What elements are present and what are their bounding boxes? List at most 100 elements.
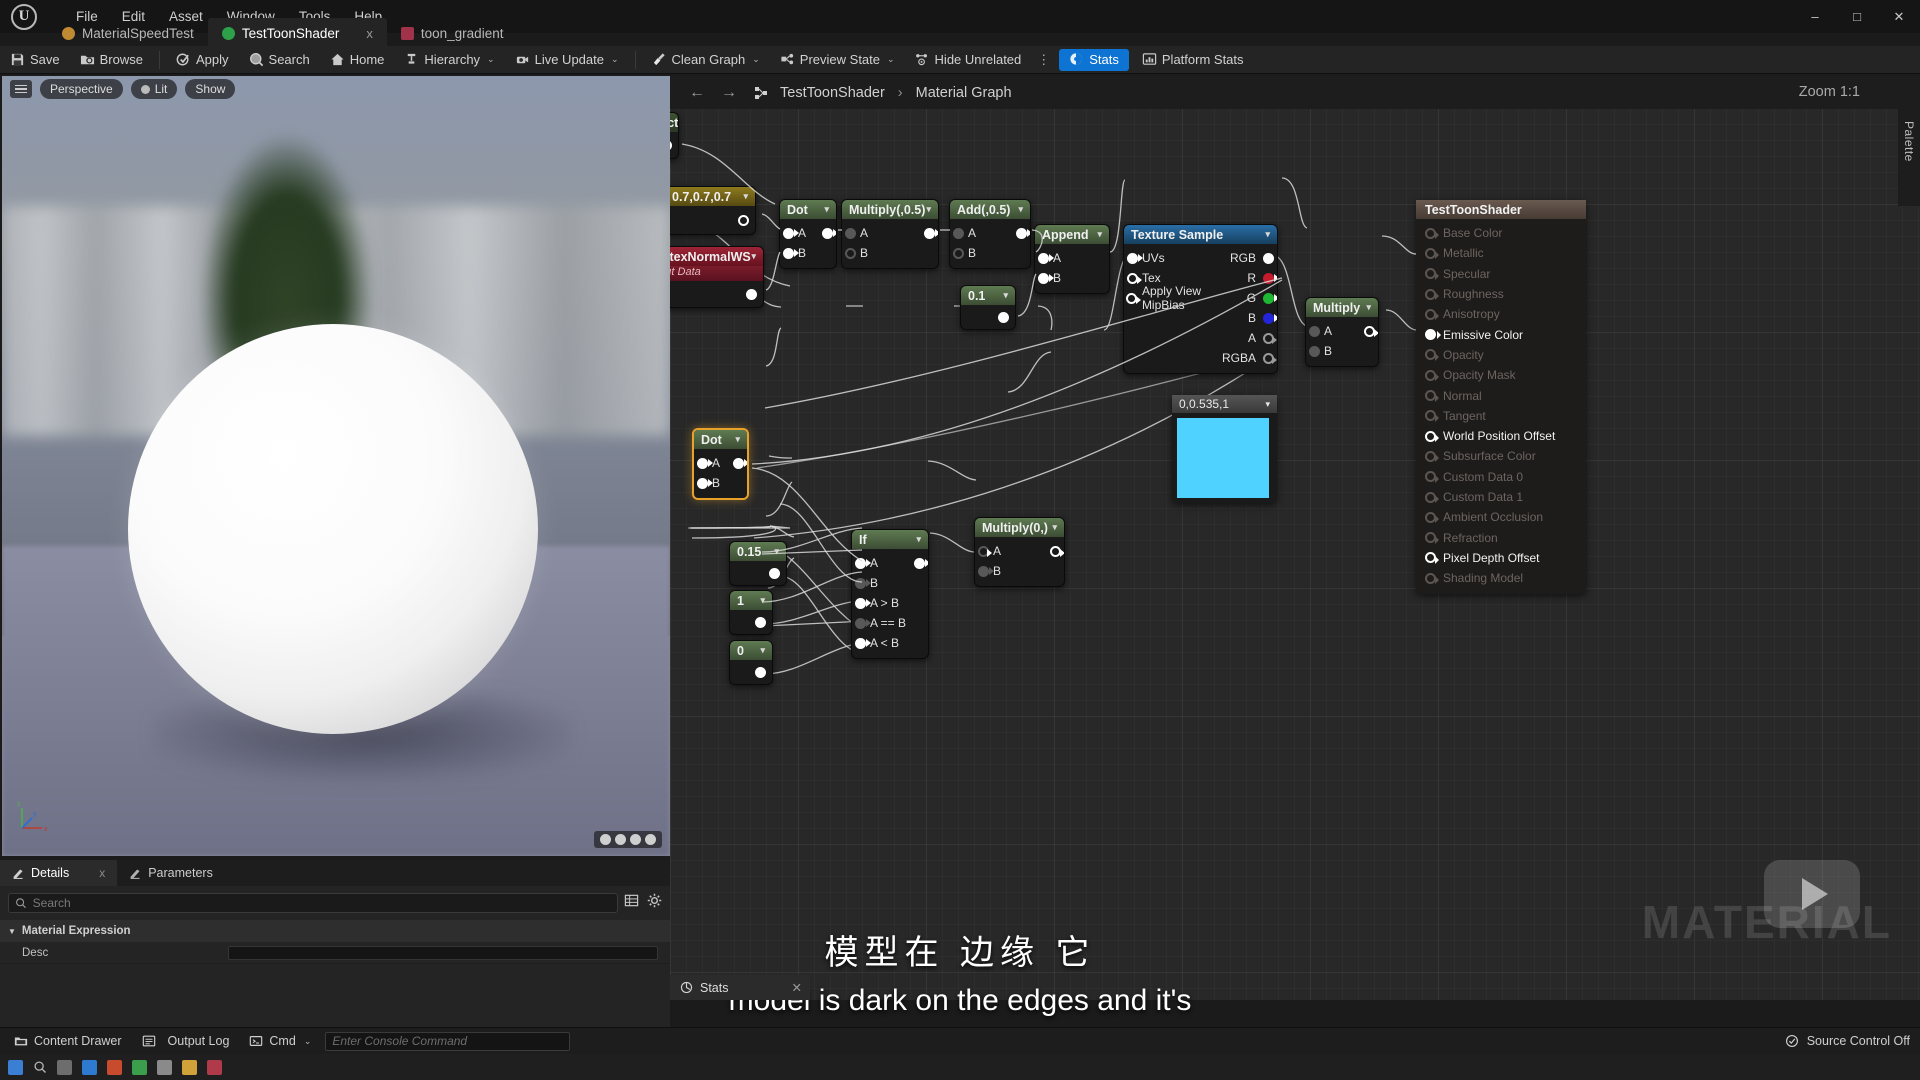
output-pin[interactable]: [1425, 268, 1439, 280]
pin-row-a[interactable]: A: [694, 453, 747, 473]
output-pin-b[interactable]: [1262, 312, 1277, 324]
output-row-base-color[interactable]: Base Color: [1416, 223, 1586, 243]
tab-test-toon-shader[interactable]: TestToonShader x: [207, 18, 387, 48]
node-header[interactable]: Add(,0.5) ▾: [950, 200, 1030, 219]
output-pin[interactable]: [670, 140, 672, 151]
pin-row-b[interactable]: B: [950, 243, 1030, 263]
tab-material-speed-test[interactable]: MaterialSpeedTest: [48, 18, 208, 48]
chevron-down-icon[interactable]: ▾: [1097, 229, 1102, 240]
taskbar-app-6-icon[interactable]: [207, 1059, 222, 1075]
pin-row-mipbias[interactable]: Apply View MipBias G: [1124, 284, 1277, 312]
chevron-down-icon[interactable]: ▾: [1003, 290, 1008, 301]
input-pin-b[interactable]: [844, 247, 856, 259]
pin-row-a[interactable]: A: [852, 553, 928, 573]
input-pin-a[interactable]: [1308, 325, 1320, 337]
arrow-right-icon[interactable]: →: [718, 84, 740, 102]
viewport-menu-icon[interactable]: [10, 80, 32, 98]
palette-panel-tab[interactable]: Palette: [1898, 76, 1920, 206]
output-pin[interactable]: [1425, 349, 1439, 361]
output-pin[interactable]: [1015, 227, 1030, 239]
output-row-opacity-mask[interactable]: Opacity Mask: [1416, 365, 1586, 385]
save-button[interactable]: Save: [0, 46, 70, 74]
source-control-status[interactable]: Source Control Off: [1785, 1034, 1910, 1048]
viewport-display-options[interactable]: [594, 831, 662, 848]
pin-row-a[interactable]: A: [1306, 321, 1378, 341]
output-row-world-position-offset[interactable]: World Position Offset: [1416, 426, 1586, 446]
input-pin-a[interactable]: [854, 557, 871, 569]
toolbar-overflow-icon[interactable]: ⋮: [1031, 53, 1056, 66]
output-row-emissive-color[interactable]: Emissive Color: [1416, 324, 1586, 344]
input-pin-apply-view-mipbias[interactable]: [1126, 292, 1142, 304]
pin-row-rgba[interactable]: RGBA: [1124, 348, 1277, 368]
pin-row-b[interactable]: B: [975, 561, 1064, 581]
chevron-down-icon[interactable]: ▾: [926, 204, 931, 215]
output-pin[interactable]: [732, 457, 747, 469]
pin-row-a-lt-b[interactable]: A < B: [852, 633, 928, 653]
node-constant-vector[interactable]: 0.7,0.7,0.7 ▾: [670, 186, 756, 235]
output-pin[interactable]: [738, 215, 749, 226]
breadcrumb-leaf[interactable]: Material Graph: [916, 85, 1012, 101]
node-header[interactable]: 0.15 ▾: [730, 542, 786, 561]
viewport-perspective-button[interactable]: Perspective: [40, 79, 123, 99]
output-pin-r[interactable]: [1262, 272, 1277, 284]
pin-row-b[interactable]: B: [780, 243, 836, 263]
input-pin-tex[interactable]: [1126, 272, 1142, 284]
output-pin[interactable]: [1425, 532, 1439, 544]
task-view-icon[interactable]: [57, 1059, 72, 1075]
input-pin-b[interactable]: [1037, 272, 1054, 284]
pin-row-b[interactable]: B: [852, 573, 928, 593]
pin-row-a[interactable]: A: [1035, 248, 1109, 268]
node-dot-2[interactable]: Dot ▾ A B: [692, 428, 749, 500]
details-tab-close-icon[interactable]: x: [99, 866, 105, 880]
output-pin[interactable]: [746, 289, 757, 300]
start-icon[interactable]: [8, 1059, 23, 1075]
output-pin-rgba[interactable]: [1262, 352, 1277, 364]
chevron-down-icon[interactable]: ▾: [751, 251, 756, 262]
output-pin[interactable]: [913, 557, 928, 569]
gear-icon[interactable]: [647, 893, 662, 908]
node-dot-1[interactable]: Dot ▾ A B: [779, 199, 837, 269]
input-pin-b[interactable]: [696, 477, 713, 489]
input-pin-a-less-b[interactable]: [854, 637, 871, 649]
chevron-down-icon[interactable]: ▾: [760, 645, 765, 656]
apply-button[interactable]: Apply: [166, 46, 239, 74]
output-pin[interactable]: [1425, 288, 1439, 301]
viewport-opt-2-icon[interactable]: [615, 834, 626, 845]
material-preview-viewport[interactable]: Perspective Lit Show z x y: [2, 76, 670, 856]
node-header[interactable]: Dot ▾: [780, 200, 836, 219]
viewport-opt-3-icon[interactable]: [630, 834, 641, 845]
hierarchy-button[interactable]: Hierarchy ⌄: [394, 46, 504, 74]
viewport-show-button[interactable]: Show: [185, 79, 236, 99]
chevron-down-icon[interactable]: ▾: [1052, 522, 1057, 533]
output-row-anisotropy[interactable]: Anisotropy: [1416, 304, 1586, 324]
tab-close-icon[interactable]: x: [366, 26, 373, 41]
chevron-down-icon[interactable]: ▾: [916, 534, 921, 545]
output-pin[interactable]: [755, 667, 766, 678]
pin-row-a[interactable]: A: [1124, 328, 1277, 348]
input-pin-b[interactable]: [782, 247, 799, 259]
chevron-down-icon[interactable]: ▾: [824, 204, 829, 215]
viewport-lit-button[interactable]: Lit: [130, 79, 178, 99]
chevron-down-icon[interactable]: ▾: [1018, 204, 1023, 215]
breadcrumb-root[interactable]: TestToonShader: [780, 85, 885, 101]
pin-row-b[interactable]: B: [842, 243, 938, 263]
pin-row-a[interactable]: A: [780, 223, 836, 243]
node-add-05[interactable]: Add(,0.5) ▾ A B: [949, 199, 1031, 269]
pin-row-uvs[interactable]: UVs RGB: [1124, 248, 1277, 268]
input-pin-a[interactable]: [952, 227, 964, 239]
output-row-roughness[interactable]: Roughness: [1416, 284, 1586, 304]
platform-stats-button[interactable]: Platform Stats: [1132, 46, 1254, 74]
node-multiply-0[interactable]: Multiply(0,) ▾ A B: [974, 517, 1065, 587]
output-row-refraction[interactable]: Refraction: [1416, 527, 1586, 547]
pin-row-a[interactable]: A: [842, 223, 938, 243]
node-multiply-right[interactable]: Multiply ▾ A B: [1305, 297, 1379, 367]
input-pin-a[interactable]: [844, 227, 856, 239]
input-pin-a[interactable]: [782, 227, 799, 239]
pin-row-a-eq-b[interactable]: A == B: [852, 613, 928, 633]
output-pin[interactable]: [1425, 329, 1441, 341]
node-header[interactable]: Multiply ▾: [1306, 298, 1378, 317]
output-pin[interactable]: [821, 227, 836, 239]
output-pin[interactable]: [755, 617, 766, 628]
node-header[interactable]: Texture Sample ▾: [1124, 225, 1277, 244]
output-row-ambient-occlusion[interactable]: Ambient Occlusion: [1416, 507, 1586, 527]
